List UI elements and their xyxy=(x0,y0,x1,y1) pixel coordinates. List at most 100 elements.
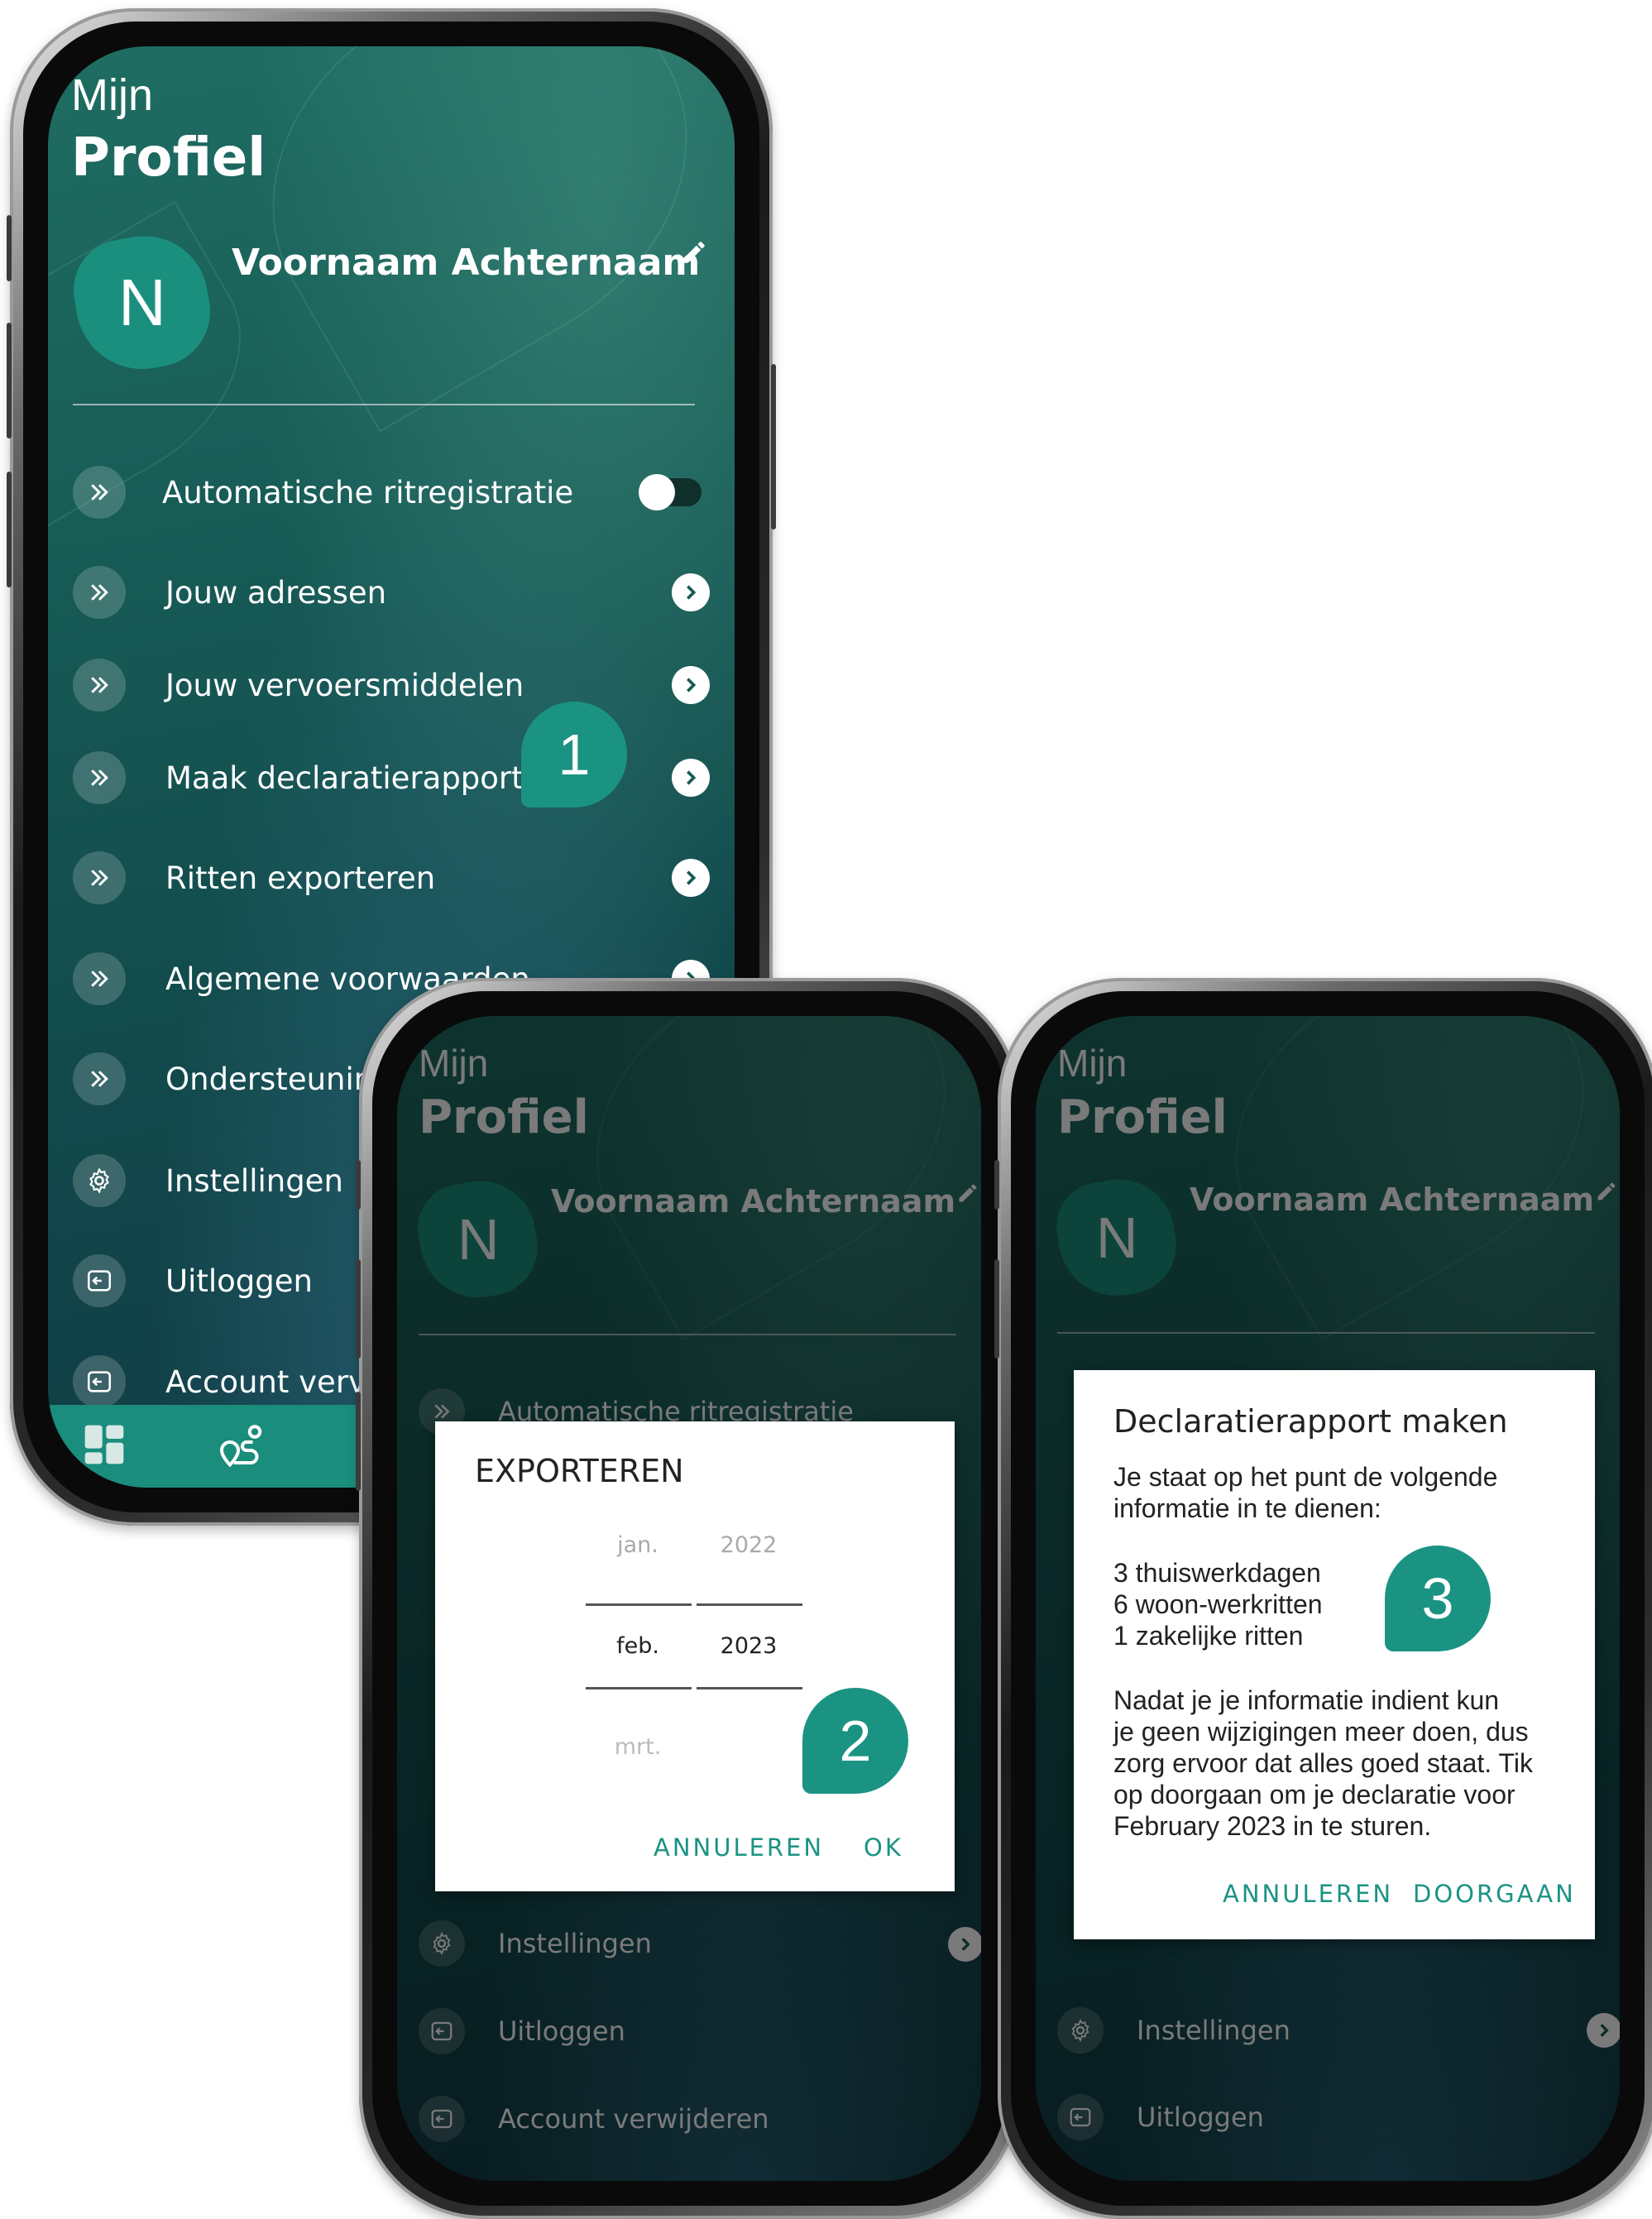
menu-item-expense-report[interactable]: Maak declaratierapport xyxy=(73,751,524,804)
chevron-right-icon[interactable] xyxy=(672,759,710,797)
dialog-title: Declaratierapport maken xyxy=(1113,1403,1508,1440)
picker-divider xyxy=(586,1687,692,1689)
page-title-small: Mijn xyxy=(71,70,154,120)
logout-icon xyxy=(73,1355,126,1408)
double-chevron-icon xyxy=(73,566,126,619)
month-selected[interactable]: feb. xyxy=(584,1633,692,1659)
chevron-right-icon xyxy=(948,1927,981,1962)
menu-item-label: Uitloggen xyxy=(165,1263,313,1299)
cancel-button[interactable]: ANNULEREN xyxy=(654,1833,824,1862)
phone-side-button xyxy=(994,1259,999,1359)
background-leaf xyxy=(540,1016,981,1340)
divider xyxy=(419,1334,956,1335)
divider xyxy=(1057,1332,1595,1334)
cancel-button[interactable]: ANNULEREN xyxy=(1223,1880,1393,1908)
menu-item-label: Ritten exporteren xyxy=(165,860,436,896)
step-number: 1 xyxy=(558,722,591,787)
menu-item-label: Instellingen xyxy=(498,1928,652,1959)
intro-line: informatie in te dienen: xyxy=(1113,1493,1381,1523)
logout-icon xyxy=(419,2008,465,2054)
chevron-right-icon[interactable] xyxy=(672,859,710,897)
page-title: Profiel xyxy=(419,1090,589,1144)
user-name: Voornaam Achternaam xyxy=(1190,1181,1595,1218)
year-option[interactable]: 2022 xyxy=(695,1532,802,1558)
menu-item-delete-account: Account verwijderen xyxy=(419,2096,769,2142)
menu-item-auto-registration[interactable]: Automatische ritregistratie xyxy=(73,466,573,519)
chevron-right-icon xyxy=(1587,2013,1620,2048)
month-option[interactable]: mrt. xyxy=(584,1734,692,1760)
dashboard-icon[interactable] xyxy=(81,1421,127,1471)
year-selected[interactable]: 2023 xyxy=(695,1633,802,1659)
month-option[interactable]: jan. xyxy=(584,1532,692,1558)
phone-side-button xyxy=(7,215,12,281)
dialog-title: EXPORTEREN xyxy=(475,1453,684,1489)
gear-icon xyxy=(73,1154,126,1207)
body-line: je geen wijzigingen meer doen, dus xyxy=(1113,1717,1529,1747)
body-line: Nadat je je informatie indient kun xyxy=(1113,1685,1500,1715)
menu-item-label: Instellingen xyxy=(1137,2015,1290,2046)
menu-item-label: Account verv xyxy=(165,1364,366,1400)
avatar-initial: N xyxy=(1095,1205,1138,1270)
picker-divider xyxy=(697,1687,802,1689)
menu-item-logout[interactable]: Uitloggen xyxy=(73,1254,313,1307)
double-chevron-icon xyxy=(73,851,126,904)
menu-item-vehicles[interactable]: Jouw vervoersmiddelen xyxy=(73,659,524,712)
menu-item-label: Automatische ritregistratie xyxy=(162,474,574,510)
double-chevron-icon xyxy=(73,466,126,519)
menu-item-label: Jouw adressen xyxy=(165,574,387,611)
menu-item-export-trips[interactable]: Ritten exporteren xyxy=(73,851,435,904)
step-badge-1: 1 xyxy=(521,702,627,808)
dialog-intro: Je staat op het punt de volgende informa… xyxy=(1113,1461,1497,1524)
menu-item-settings[interactable]: Instellingen xyxy=(73,1154,343,1207)
summary-item: 1 zakelijke ritten xyxy=(1113,1621,1304,1651)
chevron-right-icon[interactable] xyxy=(672,666,710,704)
pencil-icon xyxy=(1595,1180,1618,1206)
divider xyxy=(73,404,695,405)
menu-item-support[interactable]: Ondersteunin xyxy=(73,1052,373,1105)
dialog-body: Nadat je je informatie indient kun je ge… xyxy=(1113,1685,1533,1842)
continue-button[interactable]: DOORGAAN xyxy=(1413,1880,1576,1908)
toggle-knob xyxy=(639,474,675,510)
page-title: Profiel xyxy=(71,127,266,189)
menu-item-settings: Instellingen xyxy=(419,1920,652,1967)
picker-divider xyxy=(586,1603,692,1606)
double-chevron-icon xyxy=(73,659,126,712)
menu-item-label: Maak declaratierapport xyxy=(165,760,524,796)
chevron-right-icon[interactable] xyxy=(672,573,710,611)
export-dialog: EXPORTEREN jan. 2022 feb. 2023 mrt. ANNU… xyxy=(435,1421,955,1891)
route-icon[interactable] xyxy=(218,1421,267,1474)
logout-icon xyxy=(419,2096,465,2142)
step-number: 3 xyxy=(1421,1566,1454,1631)
menu-item-addresses[interactable]: Jouw adressen xyxy=(73,566,386,619)
background-leaf xyxy=(204,46,735,433)
body-line: February 2023 in te sturen. xyxy=(1113,1811,1432,1841)
menu-item-label: Jouw vervoersmiddelen xyxy=(165,667,524,703)
picker-divider xyxy=(697,1603,802,1606)
pencil-icon[interactable] xyxy=(680,238,708,270)
step-number: 2 xyxy=(839,1709,872,1773)
dialog-summary: 3 thuiswerkdagen 6 woon-werkritten 1 zak… xyxy=(1113,1557,1323,1651)
page-title-small: Mijn xyxy=(419,1042,489,1085)
body-line: op doorgaan om je declaratie voor xyxy=(1113,1780,1516,1809)
menu-item-label: Account verwijderen xyxy=(498,2103,769,2135)
page-title: Profiel xyxy=(1057,1090,1228,1144)
menu-item-logout: Uitloggen xyxy=(419,2008,625,2054)
intro-line: Je staat op het punt de volgende xyxy=(1113,1462,1498,1492)
avatar-initial: N xyxy=(457,1207,500,1272)
step-badge-2: 2 xyxy=(802,1688,908,1794)
menu-item-label: Uitloggen xyxy=(498,2015,625,2047)
phone-side-button xyxy=(771,364,776,530)
report-dialog: Declaratierapport maken Je staat op het … xyxy=(1074,1370,1595,1939)
background-leaf xyxy=(1179,1016,1620,1340)
gear-icon xyxy=(1057,2007,1104,2054)
avatar-initial: N xyxy=(118,266,166,339)
phone-side-button xyxy=(356,1259,361,1359)
phone-side-button xyxy=(994,1160,999,1210)
phone-side-button xyxy=(7,323,12,439)
auto-registration-toggle[interactable] xyxy=(639,474,702,510)
ok-button[interactable]: OK xyxy=(864,1833,903,1862)
menu-item-delete-account[interactable]: Account verv xyxy=(73,1355,366,1408)
pencil-icon xyxy=(956,1181,979,1208)
gear-icon xyxy=(419,1920,465,1967)
phone-side-button xyxy=(7,472,12,587)
